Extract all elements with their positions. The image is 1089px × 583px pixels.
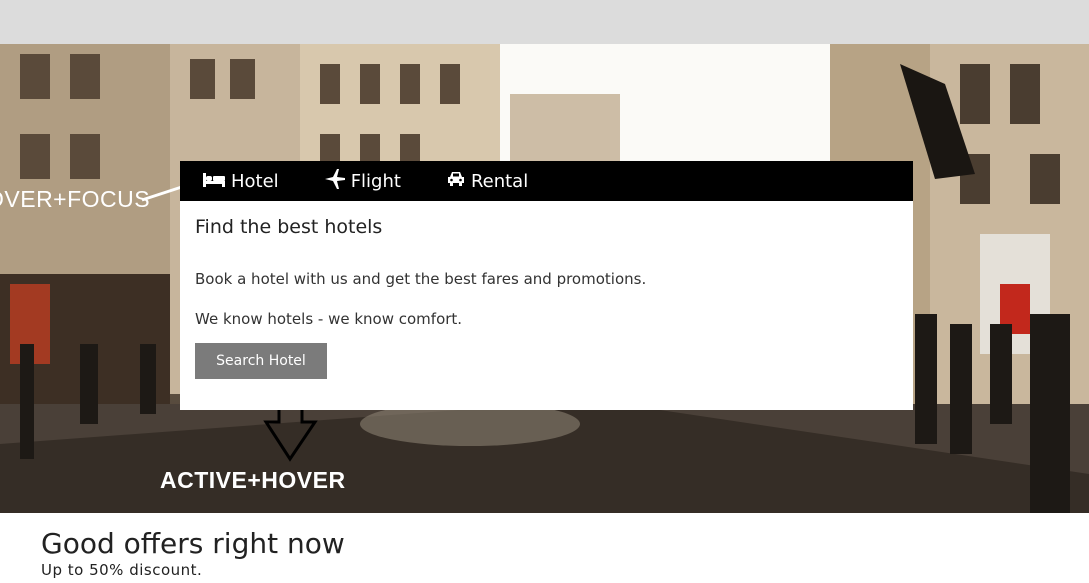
offers-heading: Good offers right now [41, 527, 345, 560]
car-icon [447, 171, 465, 192]
top-bar [0, 0, 1089, 44]
hotel-panel: Find the best hotels Book a hotel with u… [180, 201, 913, 410]
bed-icon [203, 171, 225, 192]
panel-title: Find the best hotels [195, 216, 383, 238]
tab-flight[interactable]: Flight [324, 161, 401, 201]
booking-tabs: Hotel Flight Rental [180, 161, 913, 201]
tab-hotel[interactable]: Hotel [203, 161, 279, 201]
annotation-active-hover: ACTIVE+HOVER [160, 467, 346, 493]
plane-icon [324, 168, 345, 194]
tab-flight-label: Flight [350, 170, 401, 192]
tab-hotel-label: Hotel [231, 170, 279, 192]
tab-rental-label: Rental [470, 170, 529, 192]
tab-rental[interactable]: Rental [447, 161, 528, 201]
annotation-hover-focus: OVER+FOCUS [0, 186, 151, 212]
offers-subtitle: Up to 50% discount. [41, 561, 203, 579]
search-hotel-button[interactable]: Search Hotel [195, 343, 327, 379]
panel-tagline: We know hotels - we know comfort. [195, 310, 463, 328]
panel-description: Book a hotel with us and get the best fa… [195, 270, 647, 288]
